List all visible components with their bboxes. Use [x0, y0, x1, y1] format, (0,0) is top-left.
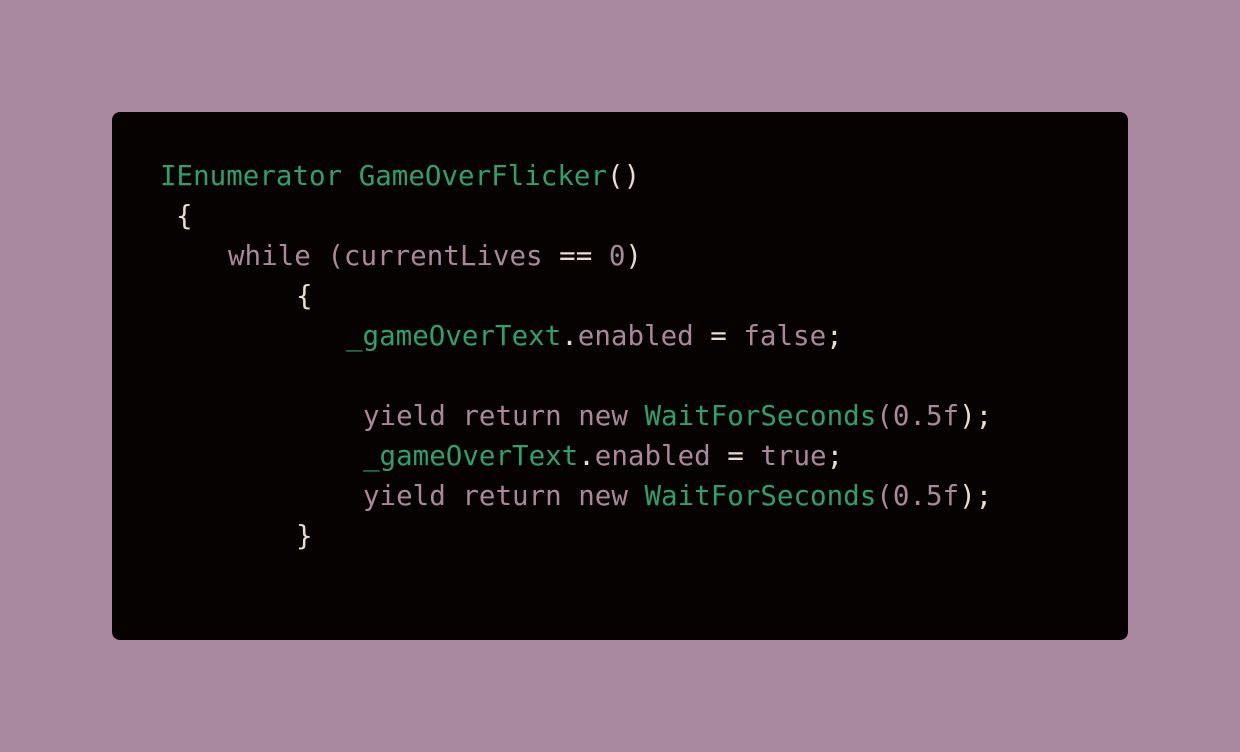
code-token: yield return new — [363, 400, 628, 432]
code-token: } — [296, 520, 313, 552]
code-line-8: yield return new WaitForSeconds(0.5f); — [363, 476, 992, 516]
code-line-6: yield return new WaitForSeconds(0.5f); — [363, 396, 992, 436]
code-line-5: _gameOverText.enabled = false; — [346, 316, 843, 356]
code-token: == — [542, 240, 609, 272]
code-token: currentLives — [343, 240, 543, 272]
code-token: ; — [826, 440, 844, 472]
code-token: ); — [959, 400, 993, 432]
code-token: yield return new — [363, 480, 628, 512]
code-token: ( — [876, 480, 893, 512]
code-token: = — [710, 440, 761, 472]
code-token: ); — [959, 480, 993, 512]
code-line-7: _gameOverText.enabled = true; — [363, 436, 843, 476]
code-token: WaitForSeconds — [644, 480, 877, 512]
code-token: () — [607, 160, 641, 192]
code-line-4: { — [296, 276, 313, 316]
code-token: 0.5f — [892, 400, 960, 432]
code-token: ; — [826, 320, 843, 352]
code-token: 0.5f — [892, 480, 960, 512]
code-line-3: while (currentLives == 0) — [228, 236, 642, 276]
code-token: { — [296, 280, 313, 312]
code-line-2: { — [176, 196, 193, 236]
code-token: _gameOverText — [363, 440, 579, 472]
code-token: 0 — [608, 240, 626, 272]
code-token: ) — [625, 240, 642, 272]
code-token: ( — [327, 240, 344, 272]
code-token: enabled — [577, 320, 694, 352]
code-token: . — [561, 320, 578, 352]
code-token: IEnumerator — [160, 160, 343, 192]
code-token: false — [743, 320, 827, 352]
code-token: = — [693, 320, 744, 352]
code-token: WaitForSeconds — [644, 400, 877, 432]
code-token: while — [228, 240, 311, 272]
code-line-9: } — [296, 516, 313, 556]
code-token: ( — [876, 400, 893, 432]
code-token: true — [760, 440, 827, 472]
code-snippet-card: IEnumerator GameOverFlicker() { while (c… — [112, 112, 1128, 640]
code-line-1: IEnumerator GameOverFlicker() — [160, 156, 640, 196]
code-token: . — [578, 440, 595, 472]
code-token: enabled — [594, 440, 711, 472]
code-token: GameOverFlicker — [358, 160, 608, 192]
code-token: _gameOverText — [346, 320, 562, 352]
code-token: { — [176, 200, 193, 232]
